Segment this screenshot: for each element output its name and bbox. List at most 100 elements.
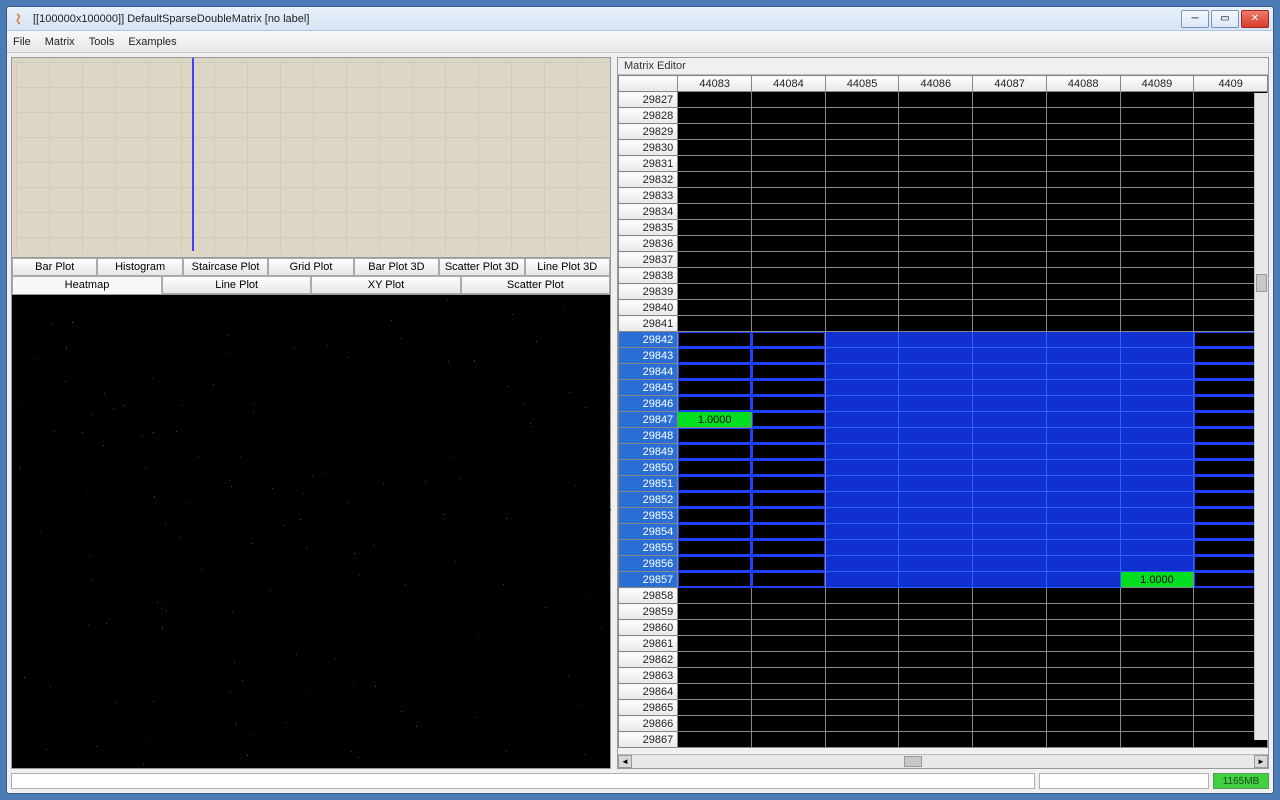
matrix-cell[interactable]	[973, 716, 1047, 732]
matrix-cell[interactable]	[752, 332, 826, 348]
matrix-cell[interactable]	[973, 220, 1047, 236]
row-header[interactable]: 29846	[619, 396, 678, 412]
matrix-cell[interactable]	[678, 604, 752, 620]
matrix-cell[interactable]	[678, 348, 752, 364]
matrix-cell[interactable]	[973, 524, 1047, 540]
matrix-cell[interactable]	[973, 380, 1047, 396]
column-header[interactable]: 44088	[1046, 76, 1120, 92]
matrix-cell[interactable]	[1120, 620, 1194, 636]
matrix-cell[interactable]	[825, 492, 899, 508]
matrix-cell[interactable]	[825, 284, 899, 300]
vertical-scrollbar[interactable]	[1254, 93, 1268, 740]
matrix-cell[interactable]	[678, 700, 752, 716]
matrix-cell[interactable]	[973, 284, 1047, 300]
matrix-cell[interactable]	[973, 460, 1047, 476]
matrix-cell[interactable]	[825, 108, 899, 124]
row-header[interactable]: 29854	[619, 524, 678, 540]
matrix-cell[interactable]	[899, 364, 973, 380]
matrix-cell[interactable]	[973, 300, 1047, 316]
matrix-cell[interactable]	[825, 732, 899, 748]
heatmap-area[interactable]	[12, 294, 610, 768]
row-header[interactable]: 29860	[619, 620, 678, 636]
row-header[interactable]: 29857	[619, 572, 678, 588]
matrix-cell[interactable]	[1046, 316, 1120, 332]
row-header[interactable]: 29844	[619, 364, 678, 380]
matrix-cell[interactable]	[678, 172, 752, 188]
matrix-cell[interactable]	[1046, 380, 1120, 396]
matrix-cell[interactable]	[1120, 636, 1194, 652]
line-chart-area[interactable]	[12, 58, 610, 258]
row-header[interactable]: 29864	[619, 684, 678, 700]
hscroll-thumb[interactable]	[904, 756, 922, 767]
matrix-cell[interactable]	[1120, 604, 1194, 620]
matrix-cell[interactable]	[899, 108, 973, 124]
matrix-cell[interactable]	[899, 492, 973, 508]
matrix-cell[interactable]	[1120, 428, 1194, 444]
row-header[interactable]: 29840	[619, 300, 678, 316]
matrix-cell[interactable]	[752, 156, 826, 172]
matrix-cell[interactable]	[973, 172, 1047, 188]
matrix-cell[interactable]	[752, 524, 826, 540]
matrix-cell[interactable]	[752, 732, 826, 748]
row-header[interactable]: 29855	[619, 540, 678, 556]
matrix-cell[interactable]	[825, 636, 899, 652]
row-header[interactable]: 29858	[619, 588, 678, 604]
matrix-cell[interactable]	[678, 428, 752, 444]
matrix-cell[interactable]	[1120, 364, 1194, 380]
matrix-cell[interactable]	[1120, 92, 1194, 108]
matrix-cell[interactable]	[825, 156, 899, 172]
matrix-cell[interactable]	[1046, 188, 1120, 204]
row-header[interactable]: 29836	[619, 236, 678, 252]
matrix-cell[interactable]	[825, 380, 899, 396]
matrix-cell[interactable]	[678, 140, 752, 156]
matrix-cell[interactable]	[973, 556, 1047, 572]
matrix-cell[interactable]	[973, 668, 1047, 684]
matrix-cell[interactable]	[1120, 172, 1194, 188]
matrix-cell[interactable]	[1046, 652, 1120, 668]
matrix-cell[interactable]	[899, 540, 973, 556]
row-header[interactable]: 29843	[619, 348, 678, 364]
row-header[interactable]: 29838	[619, 268, 678, 284]
matrix-cell[interactable]	[1120, 284, 1194, 300]
matrix-cell[interactable]	[752, 220, 826, 236]
matrix-cell[interactable]	[825, 204, 899, 220]
row-header[interactable]: 29847	[619, 412, 678, 428]
matrix-cell[interactable]	[678, 252, 752, 268]
matrix-cell[interactable]	[825, 220, 899, 236]
row-header[interactable]: 29856	[619, 556, 678, 572]
row-header[interactable]: 29865	[619, 700, 678, 716]
matrix-cell[interactable]	[678, 300, 752, 316]
matrix-cell[interactable]	[678, 268, 752, 284]
matrix-cell[interactable]	[973, 364, 1047, 380]
matrix-cell[interactable]	[825, 140, 899, 156]
row-header[interactable]: 29848	[619, 428, 678, 444]
matrix-cell[interactable]	[678, 396, 752, 412]
matrix-cell[interactable]	[973, 188, 1047, 204]
matrix-cell[interactable]	[1046, 604, 1120, 620]
matrix-cell[interactable]	[825, 476, 899, 492]
matrix-cell[interactable]	[678, 716, 752, 732]
matrix-cell[interactable]	[1120, 476, 1194, 492]
matrix-cell[interactable]	[899, 380, 973, 396]
plot-tab-line-plot-3d[interactable]: Line Plot 3D	[525, 258, 610, 276]
column-header[interactable]: 44085	[825, 76, 899, 92]
titlebar[interactable]: [[100000x100000]] DefaultSparseDoubleMat…	[7, 7, 1273, 31]
matrix-cell[interactable]	[678, 92, 752, 108]
matrix-cell[interactable]	[752, 508, 826, 524]
matrix-cell[interactable]	[899, 284, 973, 300]
matrix-cell[interactable]	[1120, 524, 1194, 540]
matrix-cell[interactable]	[752, 540, 826, 556]
matrix-cell[interactable]	[1120, 236, 1194, 252]
matrix-cell[interactable]	[1120, 540, 1194, 556]
matrix-cell[interactable]	[973, 348, 1047, 364]
column-header[interactable]: 44083	[678, 76, 752, 92]
matrix-cell[interactable]	[752, 300, 826, 316]
matrix-cell[interactable]	[1046, 108, 1120, 124]
matrix-cell[interactable]	[1120, 444, 1194, 460]
matrix-cell[interactable]	[899, 684, 973, 700]
matrix-cell[interactable]	[752, 268, 826, 284]
matrix-cell[interactable]	[825, 188, 899, 204]
row-header[interactable]: 29833	[619, 188, 678, 204]
matrix-cell[interactable]	[752, 108, 826, 124]
matrix-cell[interactable]	[973, 540, 1047, 556]
